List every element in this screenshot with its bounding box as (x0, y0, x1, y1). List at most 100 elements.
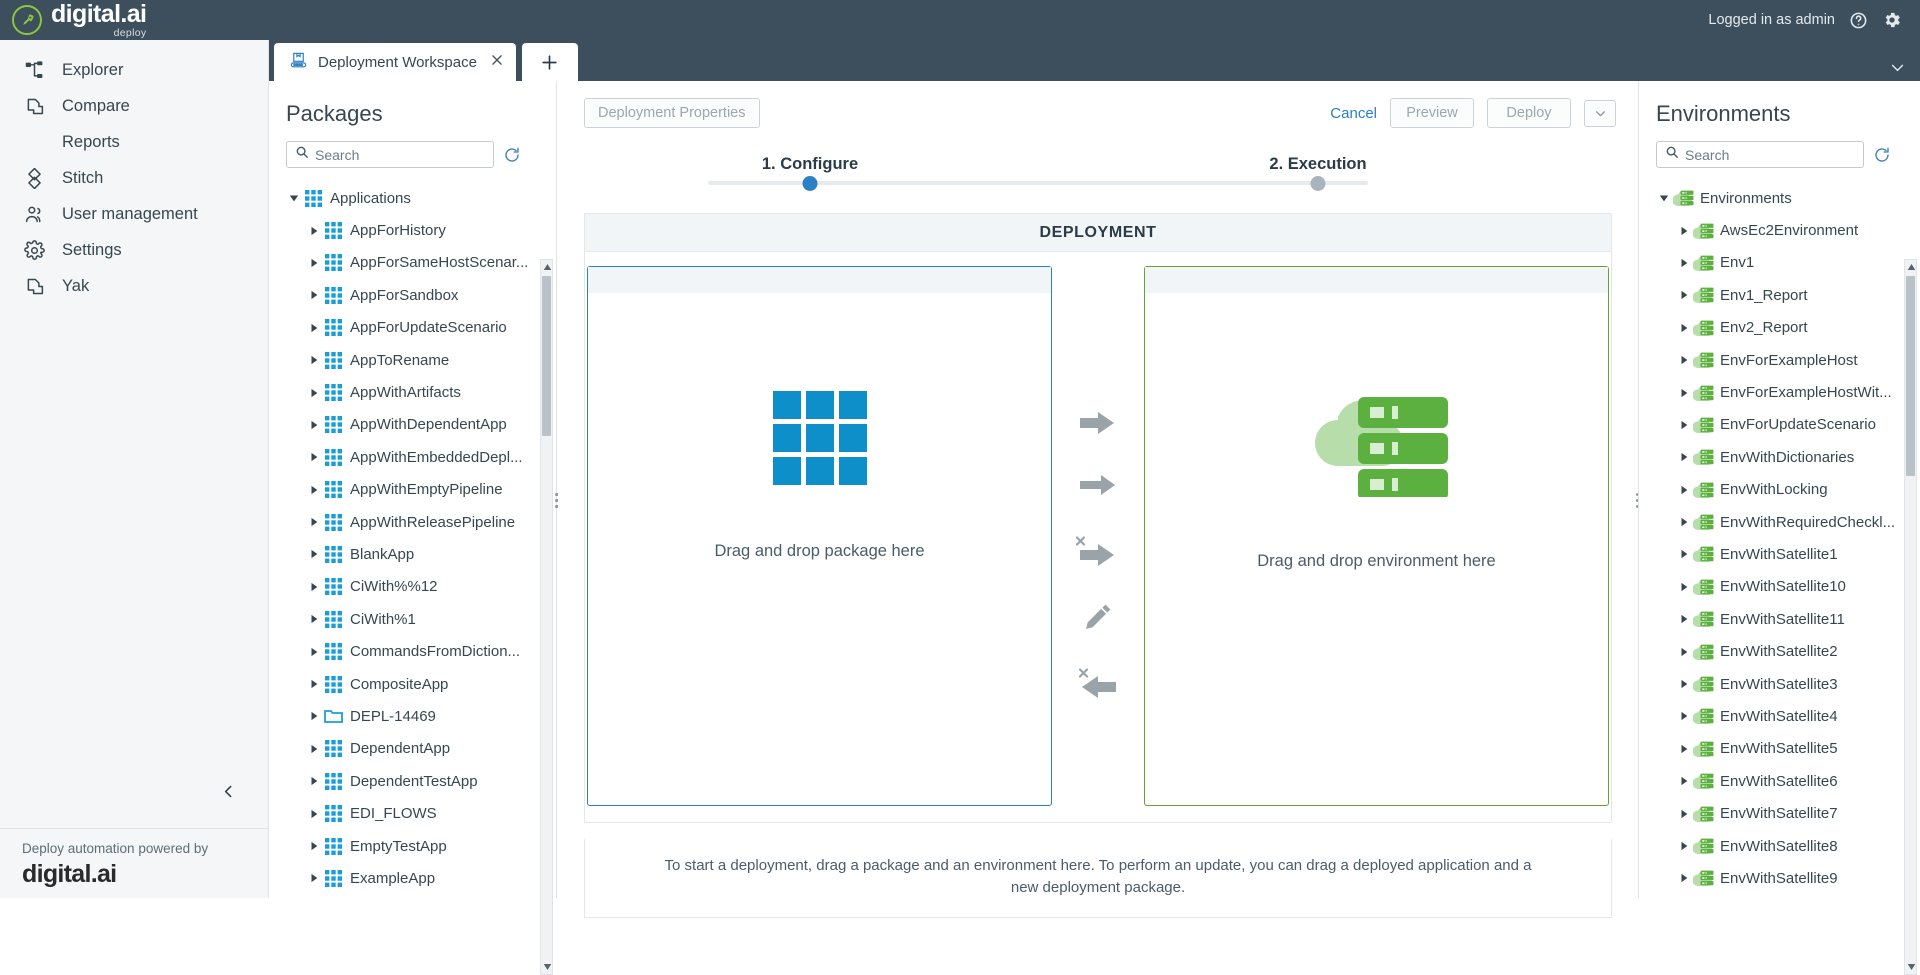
gear-icon[interactable] (1882, 10, 1902, 30)
package-tree-item[interactable]: AppWithEmptyPipeline (269, 474, 557, 506)
packages-scroll-thumb[interactable] (542, 276, 551, 436)
chevron-right-icon[interactable] (306, 485, 322, 495)
chevron-right-icon[interactable] (1676, 452, 1692, 462)
step-dot-configure[interactable] (803, 176, 818, 191)
chevron-right-icon[interactable] (306, 809, 322, 819)
environment-tree-item[interactable]: EnvWithSatellite3 (1639, 668, 1920, 700)
package-tree-item[interactable]: CompositeApp (269, 668, 557, 700)
environment-tree-item[interactable]: EnvWithSatellite7 (1639, 797, 1920, 829)
chevron-right-icon[interactable] (306, 258, 322, 268)
environments-search-input[interactable] (1685, 147, 1855, 163)
chevron-down-icon[interactable] (286, 193, 302, 203)
packages-search-input[interactable] (315, 147, 485, 163)
chevron-right-icon[interactable] (306, 647, 322, 657)
package-tree-item[interactable]: AppWithDependentApp (269, 409, 557, 441)
environment-tree-item[interactable]: Env1 (1639, 247, 1920, 279)
chevron-right-icon[interactable] (1676, 355, 1692, 365)
scroll-down-arrow[interactable] (1905, 960, 1918, 974)
sidebar-item-user-management[interactable]: User management (0, 196, 268, 232)
package-tree-item[interactable]: Applications (269, 182, 557, 214)
sidebar-item-yak[interactable]: Yak (0, 268, 268, 304)
environment-tree-item[interactable]: EnvWithSatellite11 (1639, 603, 1920, 635)
preview-button[interactable]: Preview (1390, 98, 1474, 128)
chevron-right-icon[interactable] (306, 355, 322, 365)
collapse-sidebar-button[interactable] (188, 770, 268, 812)
chevron-right-icon[interactable] (1676, 679, 1692, 689)
chevron-right-icon[interactable] (306, 841, 322, 851)
package-tree-item[interactable]: CiWith%1 (269, 603, 557, 635)
package-tree-item[interactable]: AppWithReleasePipeline (269, 506, 557, 538)
chevron-right-icon[interactable] (1676, 582, 1692, 592)
center-resize-handle[interactable] (550, 485, 562, 515)
environment-tree-item[interactable]: Env1_Report (1639, 279, 1920, 311)
environment-tree-item[interactable]: EnvWithSatellite8 (1639, 830, 1920, 862)
sidebar-item-stitch[interactable]: Stitch (0, 160, 268, 196)
tab-deployment-workspace[interactable]: Deployment Workspace (274, 43, 516, 81)
scroll-up-arrow[interactable] (541, 260, 554, 274)
sidebar-item-explorer[interactable]: Explorer (0, 52, 268, 88)
chevron-right-icon[interactable] (306, 517, 322, 527)
package-tree-item[interactable]: ExampleApp (269, 862, 557, 894)
environment-tree-item[interactable]: EnvForUpdateScenario (1639, 409, 1920, 441)
package-tree-item[interactable]: AppToRename (269, 344, 557, 376)
environment-tree-item[interactable]: EnvWithSatellite10 (1639, 571, 1920, 603)
chevron-right-icon[interactable] (306, 873, 322, 883)
sidebar-item-settings[interactable]: Settings (0, 232, 268, 268)
package-tree-item[interactable]: AppForSandbox (269, 279, 557, 311)
sidebar-item-compare[interactable]: Compare (0, 88, 268, 124)
deployment-properties-button[interactable]: Deployment Properties (584, 98, 760, 128)
environment-tree-item[interactable]: EnvWithSatellite4 (1639, 700, 1920, 732)
environment-tree-item[interactable]: EnvWithLocking (1639, 474, 1920, 506)
chevron-right-icon[interactable] (1676, 711, 1692, 721)
chevron-right-icon[interactable] (306, 290, 322, 300)
chevron-right-icon[interactable] (306, 711, 322, 721)
help-circle-icon[interactable] (1849, 11, 1868, 30)
packages-refresh-icon[interactable] (503, 146, 521, 164)
chevron-right-icon[interactable] (1676, 841, 1692, 851)
chevron-right-icon[interactable] (1676, 323, 1692, 333)
chevron-right-icon[interactable] (1676, 226, 1692, 236)
package-tree-item[interactable]: DependentApp (269, 733, 557, 765)
environment-tree-item[interactable]: EnvForExampleHostWit... (1639, 376, 1920, 408)
step-dot-execution[interactable] (1311, 176, 1326, 191)
environment-tree-item[interactable]: EnvWithRequiredCheckl... (1639, 506, 1920, 538)
environment-tree-item[interactable]: Env2_Report (1639, 312, 1920, 344)
chevron-right-icon[interactable] (1676, 809, 1692, 819)
package-tree-item[interactable]: AppForUpdateScenario (269, 312, 557, 344)
package-drop-zone[interactable]: Drag and drop package here (587, 266, 1052, 822)
environment-tree-item[interactable]: EnvWithSatellite9 (1639, 862, 1920, 894)
package-tree-item[interactable]: AppWithEmbeddedDepl... (269, 441, 557, 473)
package-tree-item[interactable]: AppForHistory (269, 214, 557, 246)
sidebar-item-reports[interactable]: Reports (0, 124, 268, 160)
environment-tree-item[interactable]: EnvWithSatellite2 (1639, 635, 1920, 667)
chevron-right-icon[interactable] (1676, 388, 1692, 398)
environment-tree-item[interactable]: EnvWithSatellite5 (1639, 733, 1920, 765)
environment-tree-item[interactable]: EnvForExampleHost (1639, 344, 1920, 376)
environment-tree-item[interactable]: EnvWithSatellite1 (1639, 538, 1920, 570)
chevron-right-icon[interactable] (306, 549, 322, 559)
environment-tree-item[interactable]: EnvWithDictionaries (1639, 441, 1920, 473)
chevron-right-icon[interactable] (1676, 744, 1692, 754)
package-tree-item[interactable]: DEPL-14469 (269, 700, 557, 732)
chevron-right-icon[interactable] (1676, 517, 1692, 527)
chevron-right-icon[interactable] (306, 226, 322, 236)
chevron-right-icon[interactable] (1676, 290, 1692, 300)
environments-refresh-icon[interactable] (1873, 146, 1891, 164)
package-tree-item[interactable]: AppWithArtifacts (269, 376, 557, 408)
packages-tree[interactable]: ApplicationsAppForHistoryAppForSameHostS… (269, 174, 557, 898)
package-tree-item[interactable]: DependentTestApp (269, 765, 557, 797)
rollback-arrow-icon[interactable] (1076, 664, 1120, 702)
chevron-right-icon[interactable] (1676, 258, 1692, 268)
chevron-right-icon[interactable] (306, 452, 322, 462)
scroll-down-arrow[interactable] (541, 960, 554, 974)
tab-overflow-dropdown[interactable] (1889, 59, 1920, 81)
chevron-right-icon[interactable] (306, 614, 322, 624)
undeploy-arrow-icon[interactable] (1076, 532, 1120, 570)
environment-tree-item[interactable]: Environments (1639, 182, 1920, 214)
environments-scrollbar[interactable] (1904, 259, 1917, 975)
chevron-right-icon[interactable] (1676, 485, 1692, 495)
chevron-right-icon[interactable] (1676, 776, 1692, 786)
environment-tree-item[interactable]: EnvWithSatellite6 (1639, 765, 1920, 797)
chevron-right-icon[interactable] (306, 776, 322, 786)
package-tree-item[interactable]: CiWith%%12 (269, 571, 557, 603)
